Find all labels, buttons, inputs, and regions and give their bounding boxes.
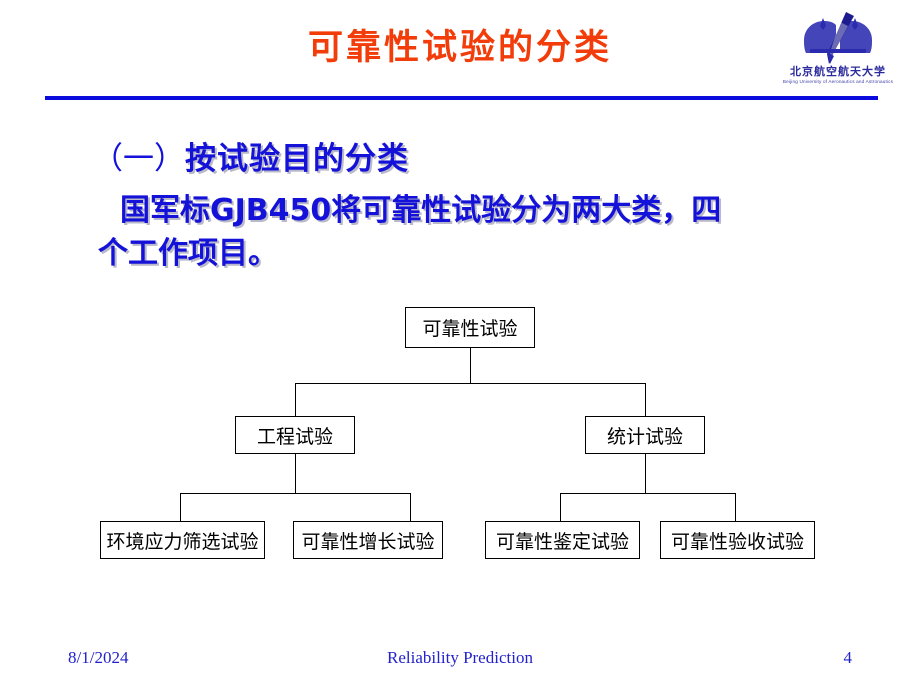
slide-canvas: 可靠性试验的分类 北京航空航天大学 Beijing University of … — [0, 0, 920, 690]
beihang-emblem-icon — [804, 12, 872, 64]
connector-right-drop-2 — [735, 493, 736, 521]
connector-drop-right — [645, 383, 646, 416]
connector-right-stem — [645, 454, 646, 493]
classification-tree-diagram: 可靠性试验 工程试验 统计试验 环境应力筛选试验 可靠性增长试验 可靠性鉴定试验… — [0, 290, 920, 590]
connector-right-drop-1 — [560, 493, 561, 521]
diagram-node-growth-test: 可靠性增长试验 — [293, 521, 443, 559]
connector-left-stem — [295, 454, 296, 493]
connector-root-stem — [470, 348, 471, 383]
diagram-node-ess-test: 环境应力筛选试验 — [100, 521, 265, 559]
section-heading: （一）按试验目的分类 — [92, 133, 409, 178]
footer-page-number: 4 — [843, 648, 853, 667]
diagram-node-statistical-test: 统计试验 — [585, 416, 705, 454]
section-heading-text: 按试验目的分类 — [185, 141, 409, 177]
logo-name-cn: 北京航空航天大学 — [790, 65, 886, 78]
university-logo: 北京航空航天大学 Beijing University of Aeronauti… — [778, 8, 898, 94]
title-divider — [45, 96, 878, 100]
diagram-node-acceptance-test: 可靠性验收试验 — [660, 521, 815, 559]
paragraph-line-2: 个工作项目。 — [98, 236, 278, 271]
connector-level2-bus — [295, 383, 646, 384]
connector-drop-left — [295, 383, 296, 416]
diagram-node-engineering-test: 工程试验 — [235, 416, 355, 454]
section-heading-marker: （一） — [92, 141, 185, 176]
diagram-node-root: 可靠性试验 — [405, 307, 535, 348]
connector-left-drop-1 — [180, 493, 181, 521]
paragraph-line-1: 国军标GJB450将可靠性试验分为两大类，四 — [120, 193, 722, 228]
diagram-node-qualification-test: 可靠性鉴定试验 — [485, 521, 640, 559]
footer-title: Reliability Prediction — [387, 648, 533, 667]
connector-left-drop-2 — [410, 493, 411, 521]
connector-right-bus — [560, 493, 735, 494]
logo-name-en: Beijing University of Aeronautics and As… — [782, 79, 894, 85]
connector-left-bus — [180, 493, 410, 494]
